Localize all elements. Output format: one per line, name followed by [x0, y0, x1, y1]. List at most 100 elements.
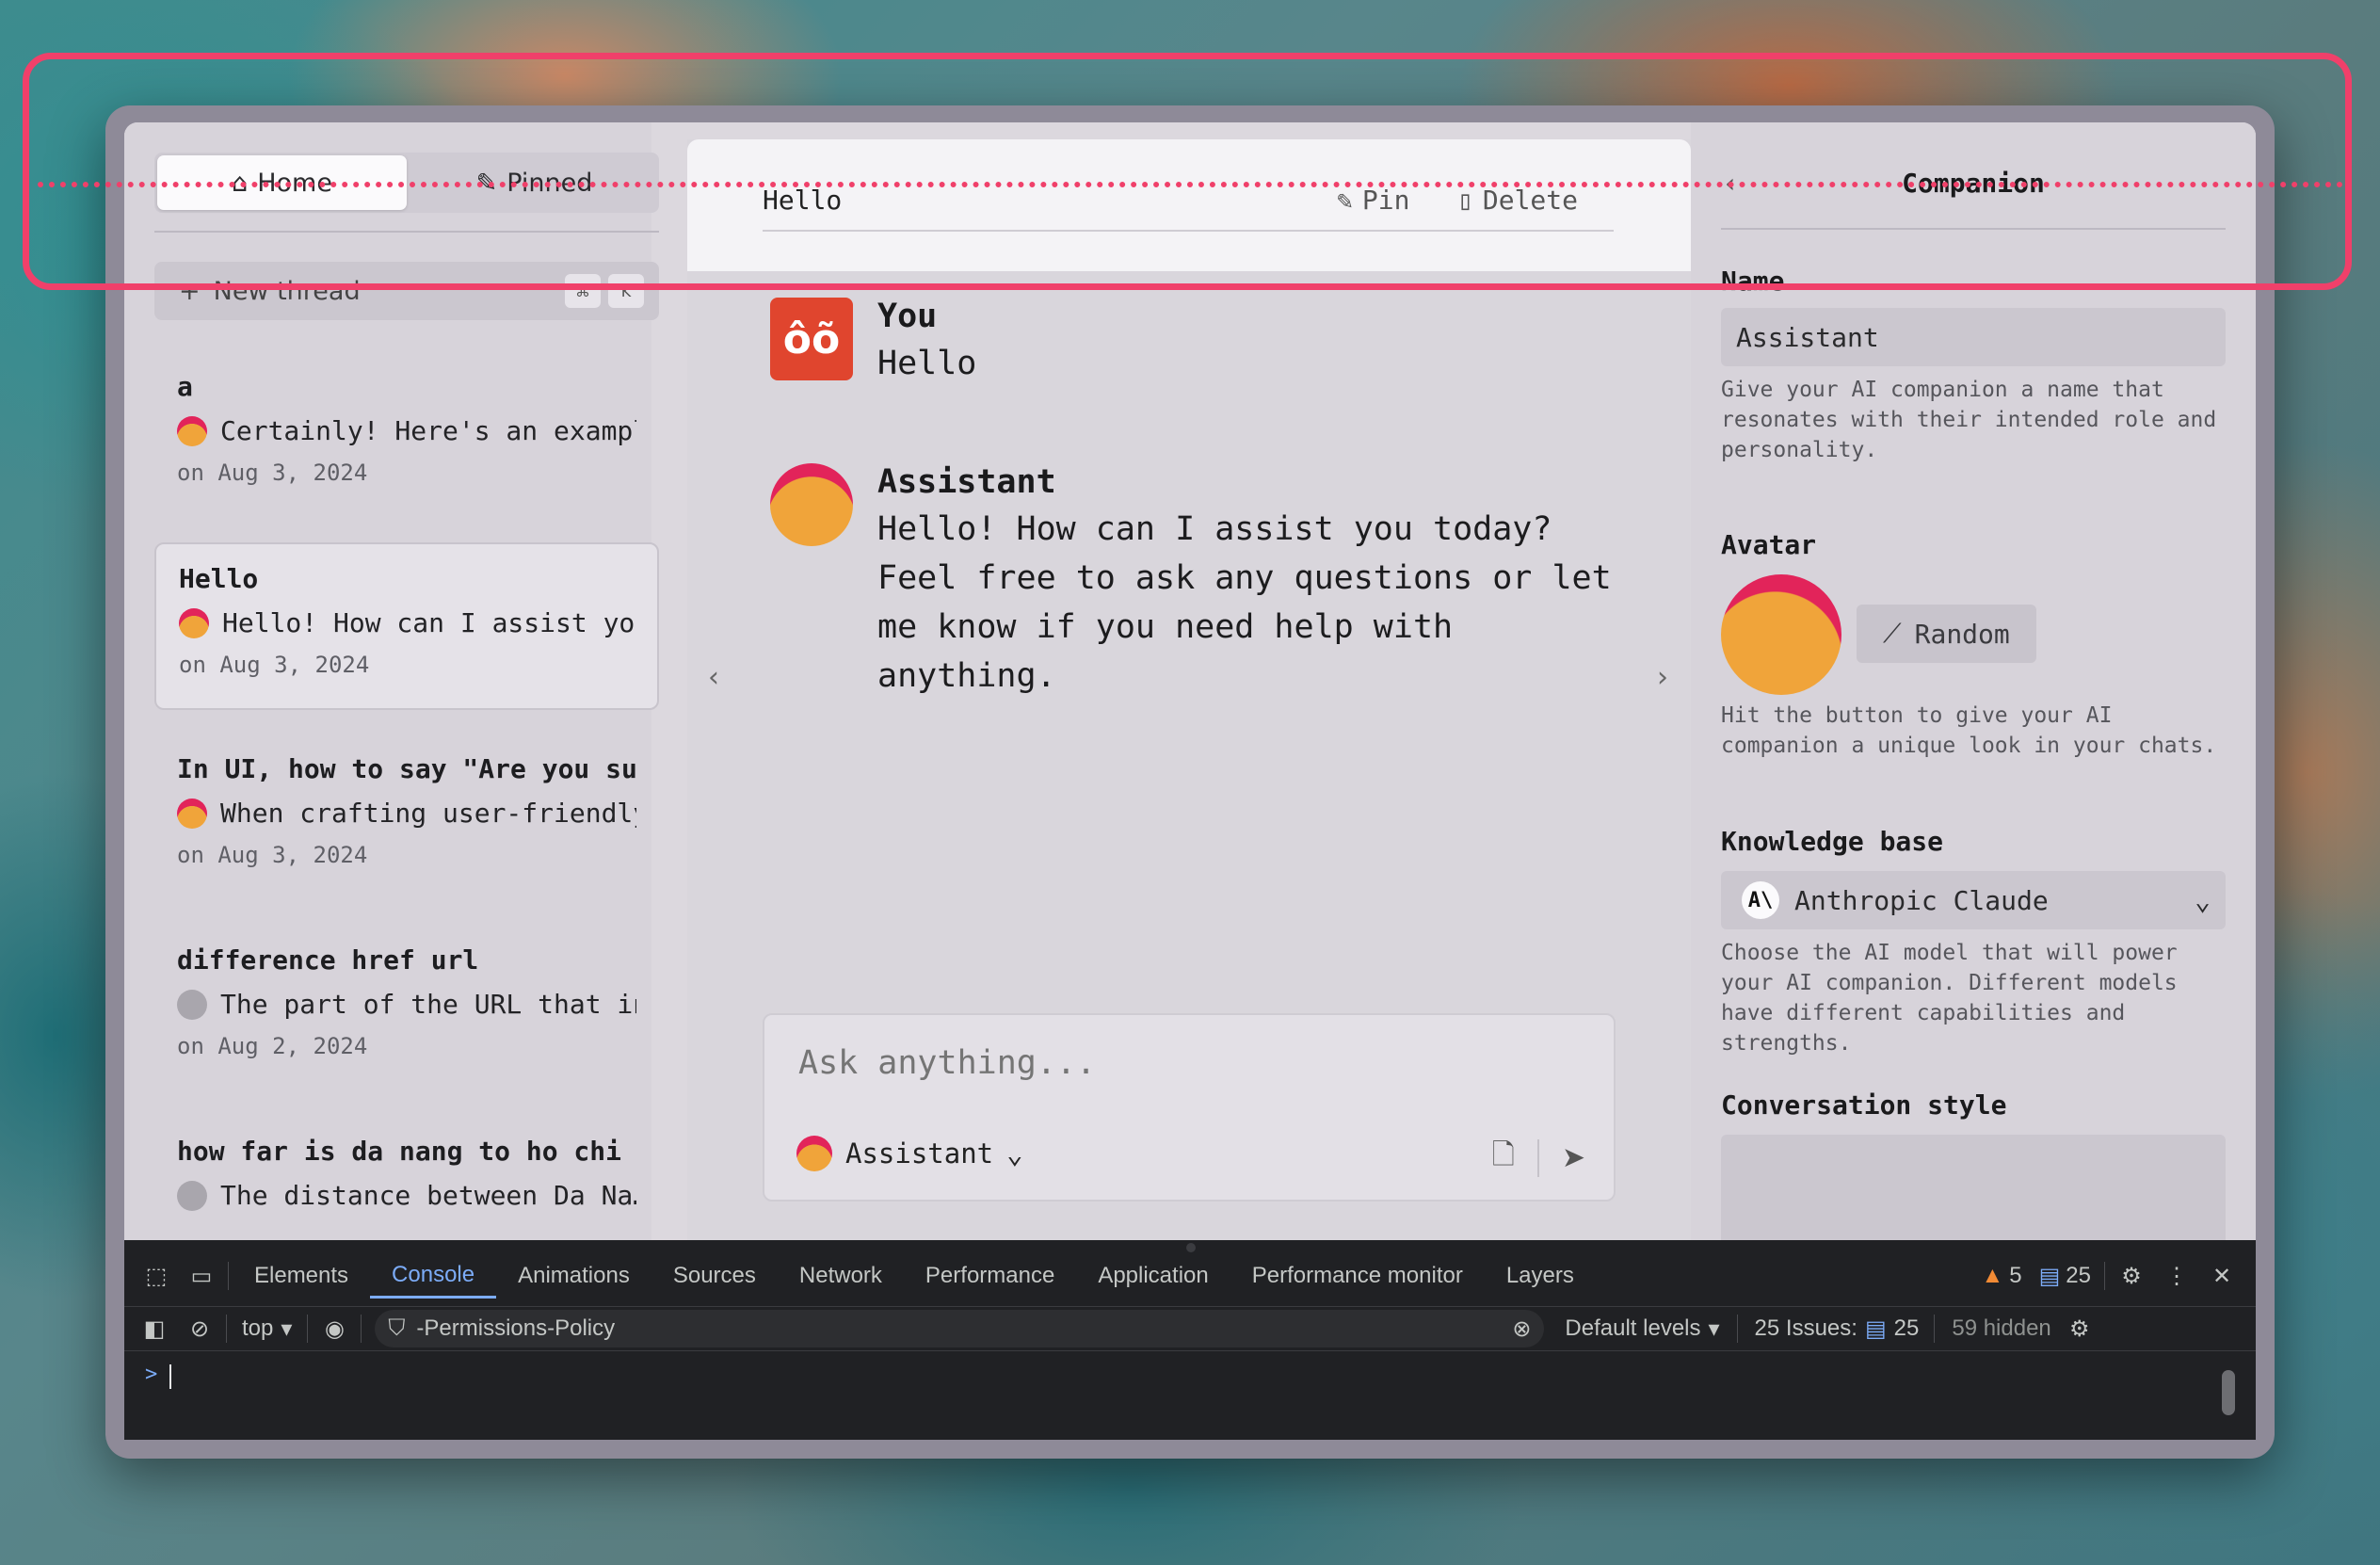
- knowledge-base-select[interactable]: A\ Anthropic Claude ⌄: [1721, 871, 2226, 929]
- warnings-count[interactable]: ▲ 5: [1981, 1263, 2021, 1289]
- thread-item[interactable]: In UI, how to say "Are you sur… When cra…: [154, 734, 659, 902]
- chevron-left-icon[interactable]: ‹: [708, 661, 719, 694]
- warning-icon: ▲: [1981, 1263, 2004, 1288]
- tab-console[interactable]: Console: [370, 1253, 497, 1299]
- inspect-icon[interactable]: ⬚: [134, 1253, 179, 1299]
- attach-file-icon[interactable]: 🗋: [1492, 1134, 1515, 1182]
- assistant-avatar-icon: [179, 607, 209, 638]
- log-levels-select[interactable]: Default levels ▾: [1565, 1315, 1719, 1343]
- name-label: Name: [1721, 266, 1785, 297]
- console-output[interactable]: >: [124, 1353, 2256, 1440]
- message-icon: ▤: [1864, 1315, 1887, 1342]
- hidden-count: 59 hidden: [1952, 1315, 2051, 1341]
- pin-button[interactable]: ✎ Pin: [1337, 185, 1409, 216]
- clear-filter-icon[interactable]: ⊗: [1512, 1315, 1531, 1343]
- divider: [226, 1315, 227, 1343]
- avatar-help: Hit the button to give your AI companion…: [1721, 703, 2217, 758]
- scrollbar[interactable]: [2222, 1370, 2235, 1415]
- chevron-down-icon: ⌄: [1006, 1137, 1023, 1170]
- app-content: ⌂ Home ✎ Pinned + New thread ⌘ K a Certa…: [124, 122, 2256, 1240]
- issues-count[interactable]: 25 Issues: ▤ 25: [1755, 1315, 1920, 1343]
- avatar-label: Avatar: [1721, 529, 1817, 560]
- message-author: Assistant: [877, 463, 1056, 501]
- thread-title: Hello: [179, 563, 259, 594]
- context-value: top: [242, 1315, 274, 1341]
- chat-panel: Hello ✎ Pin ▯ Delete ôõ You Hello Assist…: [687, 139, 1691, 1240]
- tab-pinned[interactable]: ✎ Pinned: [410, 153, 659, 213]
- companion-avatar: [1721, 574, 1841, 695]
- eye-icon[interactable]: ◉: [312, 1306, 357, 1351]
- warnings-value: 5: [2009, 1263, 2022, 1288]
- thread-date: on Aug 3, 2024: [179, 652, 370, 678]
- default-avatar-icon: [177, 1180, 207, 1211]
- message-input[interactable]: [796, 1043, 1591, 1083]
- delete-button[interactable]: ▯ Delete: [1457, 185, 1578, 216]
- divider: [763, 230, 1614, 232]
- thread-item[interactable]: a Certainly! Here's an exampl… on Aug 3,…: [154, 352, 659, 520]
- tab-elements[interactable]: Elements: [233, 1253, 370, 1299]
- chat-header: Hello ✎ Pin ▯ Delete: [687, 139, 1691, 271]
- divider: [154, 231, 659, 233]
- delete-label: Delete: [1482, 185, 1579, 216]
- new-thread-label: New thread: [213, 276, 361, 306]
- divider: [1721, 228, 2226, 230]
- settings-gear-icon[interactable]: ⚙: [2109, 1253, 2154, 1299]
- home-pinned-toggle: ⌂ Home ✎ Pinned: [154, 153, 659, 213]
- random-avatar-button[interactable]: ⟋ Random: [1857, 605, 2036, 663]
- name-field[interactable]: Assistant: [1721, 308, 2226, 366]
- send-icon[interactable]: ➤: [1562, 1141, 1585, 1174]
- resize-handle[interactable]: [1186, 1243, 1196, 1252]
- console-settings-gear-icon[interactable]: ⚙: [2057, 1306, 2102, 1351]
- divider: [361, 1315, 362, 1343]
- tab-application[interactable]: Application: [1076, 1253, 1230, 1299]
- log-levels-value: Default levels: [1565, 1315, 1701, 1341]
- message-author: You: [877, 298, 938, 335]
- sidebar-toggle-icon[interactable]: ◧: [132, 1306, 177, 1351]
- chevron-right-icon[interactable]: ›: [1657, 661, 1668, 694]
- thread-snippet: The distance between Da Na…: [220, 1180, 636, 1211]
- console-filter[interactable]: ⛉ -Permissions-Policy ⊗: [375, 1310, 1545, 1347]
- clear-console-icon[interactable]: ⊘: [177, 1306, 222, 1351]
- filter-icon: ⛉: [388, 1315, 406, 1341]
- composer: Assistant ⌄ 🗋 ➤: [763, 1013, 1616, 1202]
- context-selector[interactable]: top ▾: [242, 1315, 292, 1343]
- tab-network[interactable]: Network: [778, 1253, 904, 1299]
- filter-value: -Permissions-Policy: [416, 1315, 616, 1341]
- default-avatar-icon: [177, 989, 207, 1020]
- thread-item-selected[interactable]: Hello Hello! How can I assist you… on Au…: [154, 542, 659, 710]
- trash-icon: ▯: [1457, 185, 1473, 216]
- device-toggle-icon[interactable]: ▭: [179, 1253, 224, 1299]
- tab-sources[interactable]: Sources: [651, 1253, 778, 1299]
- knowledge-base-help: Choose the AI model that will power your…: [1721, 941, 2178, 1056]
- messages-count[interactable]: ▤ 25: [2039, 1263, 2091, 1290]
- tab-performance-monitor[interactable]: Performance monitor: [1230, 1253, 1485, 1299]
- model-selector[interactable]: Assistant ⌄: [796, 1136, 1023, 1171]
- home-icon: ⌂: [232, 168, 249, 198]
- thread-snippet: When crafting user-friendly…: [220, 798, 636, 829]
- thread-item[interactable]: how far is da nang to ho chi m… The dist…: [154, 1117, 659, 1240]
- thread-item[interactable]: difference href url The part of the URL …: [154, 926, 659, 1093]
- thread-date: on Aug 3, 2024: [177, 842, 368, 868]
- magic-wand-icon: ⟋: [1883, 618, 1902, 649]
- tab-animations[interactable]: Animations: [496, 1253, 651, 1299]
- messages-value: 25: [2066, 1263, 2091, 1288]
- thread-title: difference href url: [177, 944, 479, 976]
- conversation-style-label: Conversation style: [1721, 1089, 2007, 1121]
- message-assistant: Assistant Hello! How can I assist you to…: [770, 463, 1631, 701]
- thread-date: on Aug 2, 2024: [177, 1033, 368, 1059]
- issues-label: 25 Issues:: [1754, 1315, 1857, 1341]
- thread-snippet: Certainly! Here's an exampl…: [220, 415, 636, 446]
- caret-down-icon: ▾: [281, 1315, 293, 1342]
- more-options-icon[interactable]: ⋮: [2154, 1253, 2199, 1299]
- console-toolbar: ◧ ⊘ top ▾ ◉ ⛉ -Permissions-Policy ⊗ Defa…: [124, 1306, 2256, 1351]
- tab-layers[interactable]: Layers: [1485, 1253, 1596, 1299]
- message-text: Hello! How can I assist you today? Feel …: [877, 510, 1612, 695]
- tab-home[interactable]: ⌂ Home: [157, 155, 407, 210]
- new-thread-button[interactable]: + New thread ⌘ K: [154, 262, 659, 320]
- close-icon[interactable]: ✕: [2199, 1253, 2244, 1299]
- conversation-style-field[interactable]: [1721, 1135, 2226, 1240]
- tab-performance[interactable]: Performance: [904, 1253, 1076, 1299]
- message-user: ôõ You Hello: [770, 298, 1631, 388]
- thread-date: on Aug 3, 2024: [177, 460, 368, 486]
- assistant-avatar: [770, 463, 853, 546]
